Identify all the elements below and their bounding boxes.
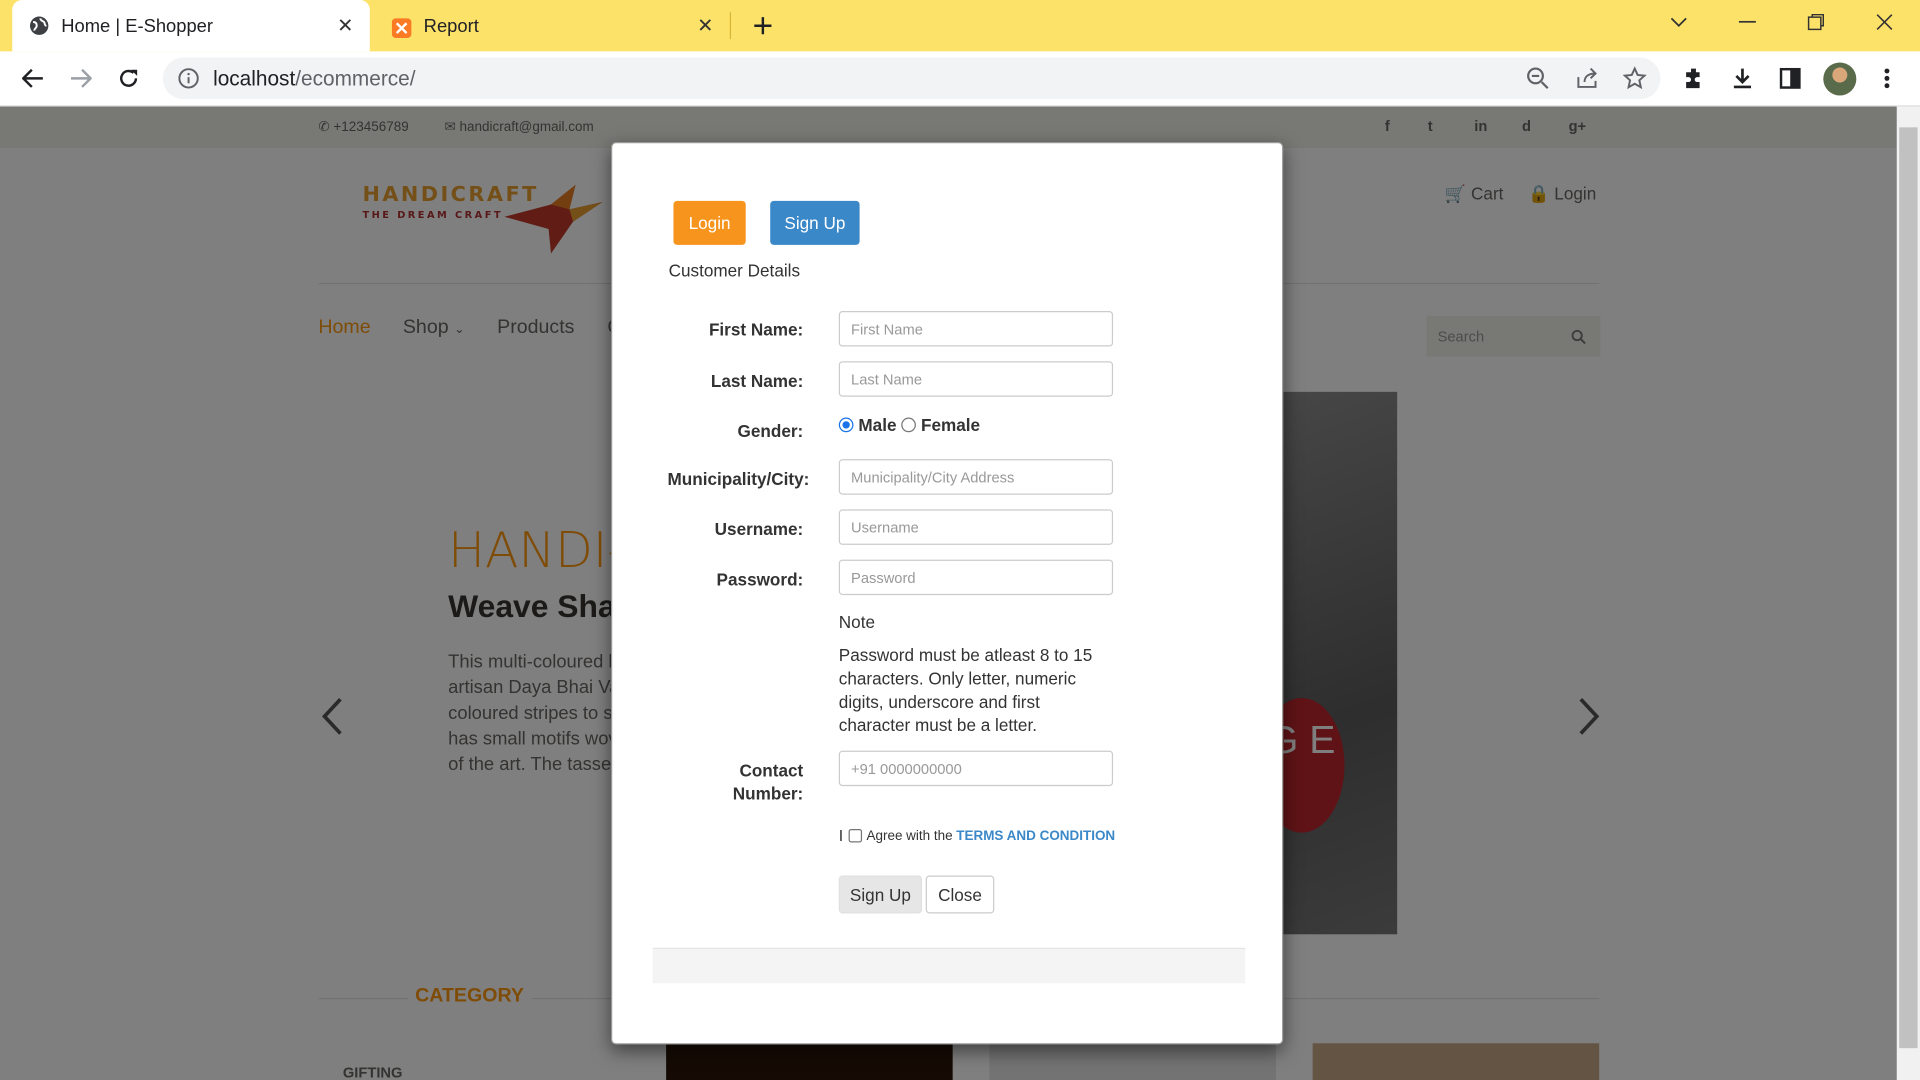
note-title: Note — [838, 612, 876, 632]
tab-report[interactable]: Report ✕ — [375, 0, 730, 51]
last-name-input[interactable] — [838, 361, 1114, 397]
close-icon[interactable]: ✕ — [693, 13, 717, 37]
password-label: Password: — [716, 569, 804, 589]
signup-tab-button[interactable]: Sign Up — [770, 200, 860, 245]
tab-title: Home | E-Shopper — [61, 15, 214, 37]
url-path: /ecommerce/ — [295, 67, 416, 91]
tab-separator — [729, 12, 732, 40]
username-label: Username: — [714, 519, 804, 539]
male-label: Male — [858, 415, 897, 435]
first-name-label: First Name: — [708, 319, 804, 340]
window-close-icon[interactable] — [1866, 7, 1903, 36]
city-label: Municipality/City: — [667, 468, 810, 489]
terms-link[interactable]: TERMS AND CONDITION — [956, 828, 1115, 843]
tab-home[interactable]: Home | E-Shopper ✕ — [12, 0, 370, 52]
female-label: Female — [920, 415, 981, 435]
new-tab-icon[interactable] — [749, 12, 776, 39]
first-name-input[interactable] — [838, 311, 1114, 347]
url-host: localhost — [213, 67, 296, 91]
last-name-label: Last Name: — [710, 371, 804, 391]
terms-agreement: I Agree with the TERMS AND CONDITION — [839, 827, 1115, 845]
download-icon[interactable] — [1727, 62, 1759, 94]
scrollbar-thumb[interactable] — [1899, 127, 1918, 1049]
back-arrow-icon[interactable] — [17, 62, 49, 94]
gender-label: Gender: — [737, 421, 804, 441]
terms-checkbox[interactable] — [848, 828, 862, 843]
login-tab-button[interactable]: Login — [673, 200, 746, 245]
forward-arrow-icon[interactable] — [65, 62, 97, 94]
gender-radio-group: Male Female — [838, 415, 981, 435]
tab-bar: Home | E-Shopper ✕ Report ✕ — [0, 0, 1920, 52]
contact-label-line2: Number: — [732, 783, 804, 804]
profile-avatar[interactable] — [1823, 62, 1857, 96]
xampp-icon — [391, 16, 412, 38]
share-icon[interactable] — [1575, 66, 1599, 90]
extensions-icon[interactable] — [1679, 62, 1711, 94]
address-bar[interactable]: localhost/ecommerce/ — [162, 57, 1661, 100]
agree-prefix: I — [838, 826, 844, 845]
browser-toolbar: localhost/ecommerce/ — [0, 51, 1920, 107]
signup-submit-button[interactable]: Sign Up — [838, 875, 923, 914]
female-radio[interactable] — [901, 417, 917, 433]
side-panel-icon[interactable] — [1774, 62, 1806, 94]
tab-title: Report — [423, 15, 479, 37]
minimize-icon[interactable] — [1729, 7, 1766, 36]
info-icon[interactable] — [178, 67, 200, 89]
restore-icon[interactable] — [1798, 7, 1835, 36]
signup-modal: Login Sign Up Customer Details First Nam… — [611, 142, 1284, 1045]
password-note: Password must be atleast 8 to 15 charact… — [838, 645, 1093, 735]
male-radio[interactable] — [838, 417, 854, 433]
page-scrollbar[interactable] — [1896, 106, 1920, 1080]
reload-icon[interactable] — [113, 62, 145, 94]
close-button[interactable]: Close — [925, 875, 995, 914]
modal-footer — [652, 947, 1246, 984]
globe-icon — [29, 16, 49, 36]
close-icon[interactable]: ✕ — [333, 13, 357, 37]
contact-number-input[interactable] — [838, 750, 1114, 787]
agree-text: Agree with the — [866, 828, 953, 844]
section-title: Customer Details — [668, 260, 801, 281]
contact-label-line1: Contact — [739, 760, 804, 781]
password-input[interactable] — [838, 559, 1114, 596]
browser-window: Home | E-Shopper ✕ Report ✕ localhost/ec… — [0, 0, 1920, 1080]
url-text: localhost/ecommerce/ — [213, 67, 415, 91]
star-icon[interactable] — [1622, 66, 1647, 90]
menu-kebab-icon[interactable] — [1871, 62, 1903, 94]
tab-search-icon[interactable] — [1660, 7, 1697, 36]
city-input[interactable] — [838, 459, 1114, 495]
username-input[interactable] — [838, 509, 1114, 545]
zoom-out-icon[interactable] — [1526, 66, 1550, 90]
